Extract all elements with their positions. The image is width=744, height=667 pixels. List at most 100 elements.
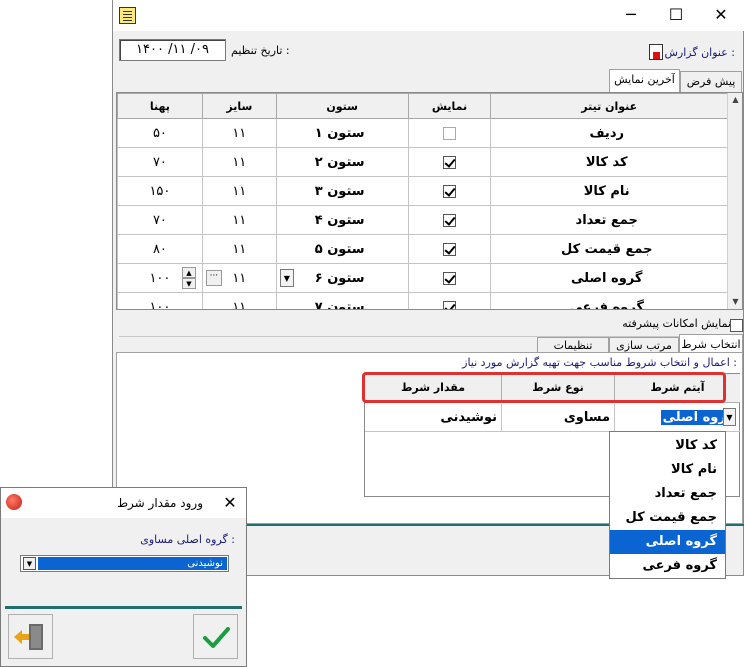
table-row[interactable]: نام کالا ستون ۳ ۱۱ ۱۵۰ [117,176,728,206]
row-column[interactable]: ستون ۷ [275,292,409,309]
row-size[interactable]: ۱۱ [201,147,277,177]
show-checkbox[interactable] [443,242,456,256]
condition-type-cell[interactable]: مساوی [502,404,615,432]
scroll-track[interactable] [728,107,742,295]
row-width[interactable]: ۱۰۰ [117,292,203,309]
exit-button[interactable] [8,614,53,659]
row-title: کد کالا [490,147,728,177]
header-title[interactable]: عنوان تیتر [490,93,728,119]
row-show-cell[interactable] [407,292,492,309]
chevron-down-icon[interactable]: ▼ [23,557,36,570]
table-row[interactable]: کد کالا ستون ۲ ۱۱ ۷۰ [117,147,728,177]
checkmark-icon [203,627,230,648]
show-checkbox[interactable] [443,271,456,285]
row-column[interactable]: ستون ۱ [275,118,409,148]
close-button[interactable]: ✕ [699,0,743,31]
row-show-cell[interactable] [407,263,492,293]
dialog-label: گروه اصلی مساوی : [140,533,235,546]
dropdown-item-selected[interactable]: گروه اصلی [610,530,725,554]
row-title: ردیف [490,118,728,148]
dialog-value[interactable]: نوشیدنی [38,557,227,570]
row-size[interactable]: ۱۱ [232,271,246,286]
row-width[interactable]: ۷۰ [117,147,203,177]
exit-icon [14,624,43,650]
row-show-cell[interactable] [407,176,492,206]
table-row[interactable]: جمع تعداد ستون ۴ ۱۱ ۷۰ [117,205,728,235]
ok-button[interactable] [193,614,238,659]
condition-value-cell[interactable]: نوشیدنی [365,404,502,432]
dialog-close-button[interactable]: ✕ [214,488,246,518]
dialog-title: ورود مقدار شرط [116,496,203,510]
row-size[interactable]: ۱۱ [201,118,277,148]
date-label: تاریخ تنظیم : [231,44,290,57]
advanced-label: نمایش امکانات پیشرفته [622,317,731,330]
tab-last-view[interactable]: آخرین نمایش [609,69,680,92]
advanced-checkbox[interactable] [730,318,743,332]
dropdown-item[interactable]: جمع تعداد [610,482,725,506]
dialog-divider [5,606,242,609]
row-column[interactable]: ستون ۳ [275,176,409,206]
row-column[interactable]: ستون ۶ [315,271,365,286]
row-show-cell[interactable] [407,147,492,177]
row-title: جمع قیمت کل [490,234,728,264]
row-width[interactable]: ۷۰ [117,205,203,235]
row-size-editor[interactable]: ۱۱ ··· [201,263,277,293]
row-column[interactable]: ستون ۲ [275,147,409,177]
table-row-editing[interactable]: گروه اصلی ستون ۶ ▼ ۱۱ ··· ۱۰۰ ▲ ▼ [117,263,728,293]
dialog-title-bar: ورود مقدار شرط ✕ [1,488,246,518]
dropdown-item[interactable]: نام کالا [610,458,725,482]
condition-item-cell[interactable]: گروه اصلی ▼ [615,404,740,432]
dropdown-item[interactable]: جمع قیمت کل [610,506,725,530]
row-column-editor[interactable]: ستون ۶ ▼ [275,263,409,293]
row-size[interactable]: ۱۱ [201,176,277,206]
row-column[interactable]: ستون ۵ [275,234,409,264]
table-row[interactable]: گروه فرعی ستون ۷ ۱۱ ۱۰۰ [117,292,728,309]
row-size[interactable]: ۱۱ [201,292,277,309]
show-checkbox[interactable] [443,300,456,309]
row-width[interactable]: ۸۰ [117,234,203,264]
header-column[interactable]: ستون [275,93,409,119]
grid-scrollbar[interactable]: ▲ ▼ [727,93,742,309]
report-title-label: عنوان گزارش : [664,46,735,59]
spin-down-icon[interactable]: ▼ [182,278,196,289]
date-field[interactable]: ۱۴۰۰ /۱۱ /۰۹ [119,39,226,61]
table-row[interactable]: ردیف ستون ۱ ۱۱ ۵۰ [117,118,728,148]
row-size[interactable]: ۱۱ [201,205,277,235]
table-row[interactable]: جمع قیمت کل ستون ۵ ۱۱ ۸۰ [117,234,728,264]
row-width[interactable]: ۱۰۰ [149,271,170,286]
row-width[interactable]: ۱۵۰ [117,176,203,206]
more-icon[interactable]: ··· [205,270,222,286]
app-icon [6,494,22,510]
chevron-down-icon[interactable]: ▼ [279,269,294,287]
show-checkbox[interactable] [443,213,456,227]
columns-grid: عنوان تیتر نمایش ستون سایز پهنا ردیف ستو… [116,92,743,310]
minimize-button[interactable]: ─ [609,0,653,31]
row-title: نام کالا [490,176,728,206]
show-checkbox[interactable] [443,126,456,140]
row-size[interactable]: ۱۱ [201,234,277,264]
tab-default[interactable]: پیش فرض [680,71,742,92]
show-checkbox[interactable] [443,155,456,169]
dropdown-item[interactable]: کد کالا [610,434,725,458]
row-show-cell[interactable] [407,205,492,235]
show-checkbox[interactable] [443,184,456,198]
dialog-value-select[interactable]: ▼ نوشیدنی [20,555,229,572]
header-show[interactable]: نمایش [407,93,492,119]
chevron-down-icon[interactable]: ▼ [723,408,736,426]
row-column[interactable]: ستون ۴ [275,205,409,235]
row-show-cell[interactable] [407,234,492,264]
row-show-cell[interactable] [407,118,492,148]
scroll-up-icon[interactable]: ▲ [728,93,742,107]
header-size[interactable]: سایز [201,93,277,119]
row-width-editor[interactable]: ۱۰۰ ▲ ▼ [117,263,203,293]
condition-value-dialog: ورود مقدار شرط ✕ گروه اصلی مساوی : ▼ نوش… [0,487,247,667]
tab-select-condition[interactable]: انتخاب شرط [679,334,743,354]
maximize-button[interactable]: ☐ [654,0,698,31]
condition-item-dropdown[interactable]: کد کالا نام کالا جمع تعداد جمع قیمت کل گ… [609,431,726,579]
header-width[interactable]: پهنا [117,93,203,119]
spin-up-icon[interactable]: ▲ [182,267,196,278]
dropdown-item[interactable]: گروه فرعی [610,554,725,578]
scroll-down-icon[interactable]: ▼ [728,295,742,309]
row-width[interactable]: ۵۰ [117,118,203,148]
row-title: گروه اصلی [490,263,728,293]
